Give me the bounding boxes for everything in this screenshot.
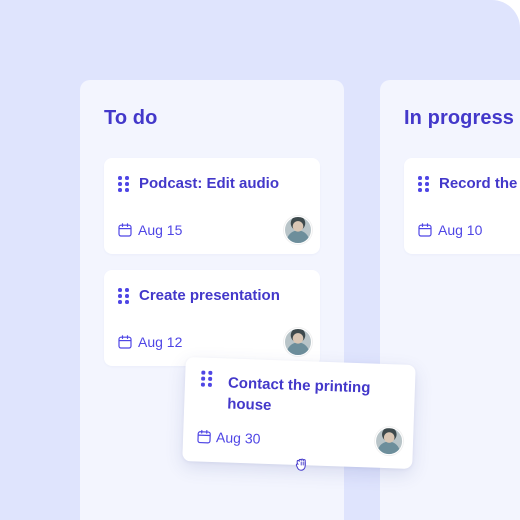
avatar[interactable] — [284, 328, 312, 356]
card-title-continued: house — [226, 395, 272, 415]
grab-hand-icon — [295, 458, 306, 471]
card-title: Podcast: Edit audio — [139, 175, 280, 192]
calendar-icon — [197, 429, 211, 444]
column-title: In progress — [404, 107, 515, 129]
due-date: Aug 15 — [138, 222, 183, 238]
grip-dots-icon[interactable] — [200, 370, 212, 387]
grip-dots-icon[interactable] — [118, 288, 129, 304]
column-title: To do — [104, 107, 158, 129]
task-card[interactable]: Podcast: Edit audio Aug 15 — [104, 158, 320, 254]
due-date: Aug 10 — [438, 222, 483, 238]
avatar[interactable] — [284, 216, 312, 244]
avatar[interactable] — [374, 426, 404, 456]
grip-dots-icon[interactable] — [418, 176, 429, 192]
card-title: Record the — [439, 175, 518, 192]
task-card[interactable]: Record the Aug 10 — [404, 158, 520, 254]
grip-dots-icon[interactable] — [118, 176, 129, 192]
calendar-icon — [118, 335, 132, 349]
calendar-icon — [118, 223, 132, 237]
due-date: Aug 30 — [215, 429, 261, 447]
calendar-icon — [418, 223, 432, 237]
dragging-task-card[interactable]: Contact the printing house Aug 30 — [182, 357, 416, 469]
card-title: Create presentation — [139, 287, 280, 304]
task-card[interactable]: Create presentation Aug 12 — [104, 270, 320, 366]
due-date: Aug 12 — [138, 334, 183, 350]
